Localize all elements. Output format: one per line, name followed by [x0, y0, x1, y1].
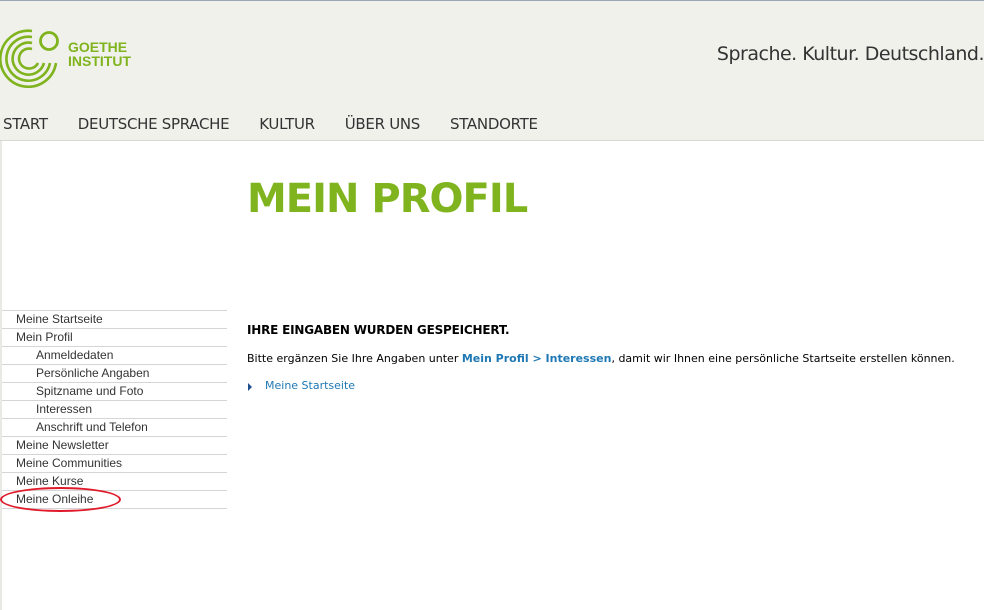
page-title: MEIN PROFIL: [247, 176, 528, 222]
success-heading: IHRE EINGABEN WURDEN GESPEICHERT.: [247, 323, 510, 337]
main-navigation: START DEUTSCHE SPRACHE KULTUR ÜBER UNS S…: [3, 115, 568, 135]
goethe-logo[interactable]: GOETHE INSTITUT: [0, 26, 140, 90]
sidebar-item-meine-onleihe[interactable]: Meine Onleihe: [2, 490, 227, 509]
sidebar-item-meine-communities[interactable]: Meine Communities: [2, 454, 227, 472]
sidebar-item-anmeldedaten[interactable]: Anmeldedaten: [2, 346, 227, 364]
nav-kultur[interactable]: KULTUR: [259, 115, 315, 135]
sidebar-item-mein-profil[interactable]: Mein Profil: [2, 328, 227, 346]
sidebar-item-persoenliche-angaben[interactable]: Persönliche Angaben: [2, 364, 227, 382]
nav-ueber-uns[interactable]: ÜBER UNS: [345, 115, 421, 135]
message-text-before: Bitte ergänzen Sie Ihre Angaben unter: [247, 352, 462, 365]
sidebar-item-meine-newsletter[interactable]: Meine Newsletter: [2, 436, 227, 454]
main-content: IHRE EINGABEN WURDEN GESPEICHERT. Bitte …: [247, 323, 967, 392]
nav-standorte[interactable]: STANDORTE: [450, 115, 538, 135]
interessen-link[interactable]: Mein Profil > Interessen: [462, 352, 612, 365]
logo-line-2: INSTITUT: [68, 53, 131, 69]
success-message: Bitte ergänzen Sie Ihre Angaben unter Me…: [247, 352, 967, 365]
message-text-after: , damit wir Ihnen eine persönliche Start…: [611, 352, 955, 365]
meine-startseite-link[interactable]: Meine Startseite: [265, 379, 355, 392]
site-tagline: Sprache. Kultur. Deutschland.: [716, 43, 984, 65]
goethe-logo-mark-icon: [0, 29, 59, 88]
logo-line-1: GOETHE: [68, 39, 128, 55]
sidebar-item-meine-startseite[interactable]: Meine Startseite: [2, 310, 227, 328]
nav-start[interactable]: START: [3, 115, 48, 135]
nav-deutsche-sprache[interactable]: DEUTSCHE SPRACHE: [78, 115, 230, 135]
sidebar-item-spitzname-und-foto[interactable]: Spitzname und Foto: [2, 382, 227, 400]
sidebar-item-interessen[interactable]: Interessen: [2, 400, 227, 418]
arrow-right-icon: [248, 382, 252, 391]
sidebar-item-meine-kurse[interactable]: Meine Kurse: [2, 472, 227, 490]
profile-sidebar: Meine Startseite Mein Profil Anmeldedate…: [2, 310, 227, 509]
startseite-link-row: Meine Startseite: [247, 379, 967, 392]
logo-wordmark: GOETHE INSTITUT: [68, 40, 131, 68]
sidebar-item-anschrift-und-telefon[interactable]: Anschrift und Telefon: [2, 418, 227, 436]
site-header: GOETHE INSTITUT Sprache. Kultur. Deutsch…: [0, 1, 984, 141]
